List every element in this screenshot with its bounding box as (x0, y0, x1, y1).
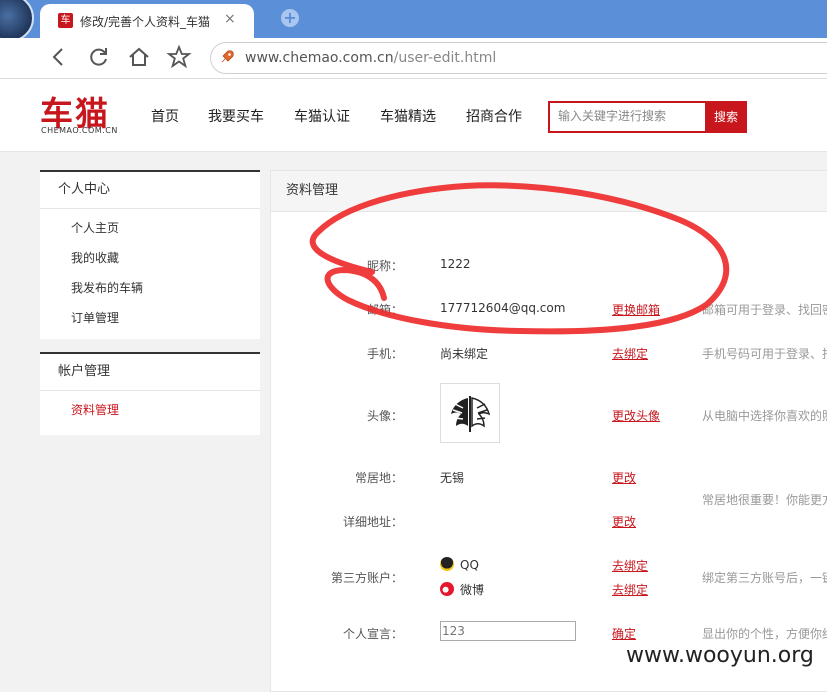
weibo-icon (440, 582, 454, 596)
change-address-link[interactable]: 更改 (612, 513, 636, 530)
site-header: 车猫 CHEMAO.COM.CN 首页 我要买车 车猫认证 车猫精选 招商合作 … (0, 79, 827, 152)
back-icon[interactable] (46, 44, 72, 70)
address-bar[interactable]: www.chemao.com.cn/user-edit.html (210, 42, 827, 74)
location-label: 常居地： (354, 471, 403, 485)
bind-qq-link[interactable]: 去绑定 (612, 557, 648, 574)
panel-title: 资料管理 (271, 171, 827, 212)
confirm-motto-link[interactable]: 确定 (612, 625, 636, 642)
phone-value: 尚未绑定 (440, 347, 489, 361)
sidebar-group-title: 个人中心 (40, 172, 260, 209)
qq-label: QQ (460, 558, 479, 572)
wings-emblem-icon (451, 396, 491, 432)
email-label: 邮箱： (366, 303, 403, 317)
tab-title: 修改/完善个人资料_车猫 (80, 15, 211, 29)
change-location-link[interactable]: 更改 (612, 469, 636, 486)
search-button[interactable]: 搜索 (705, 101, 747, 133)
third-party-label: 第三方账户： (330, 571, 403, 585)
site-logo-domain: CHEMAO.COM.CN (41, 126, 118, 135)
watermark-text: www.wooyun.org (622, 643, 818, 668)
browser-toolbar: www.chemao.com.cn/user-edit.html (0, 38, 827, 79)
search-box (548, 101, 706, 133)
url-path: /user-edit.html (393, 50, 497, 66)
email-value: 177712604@qq.com (440, 301, 566, 315)
nav-business[interactable]: 招商合作 (466, 106, 522, 126)
phone-label: 手机： (366, 347, 403, 361)
motto-label: 个人宣言： (342, 627, 403, 641)
location-value: 无锡 (440, 471, 465, 485)
nav-buy-car[interactable]: 我要买车 (208, 106, 264, 126)
nav-home[interactable]: 首页 (151, 106, 179, 126)
bind-phone-link[interactable]: 去绑定 (612, 345, 648, 362)
avatar-label: 头像： (366, 409, 403, 423)
bookmark-star-icon[interactable] (166, 44, 192, 70)
browser-tab-bar: 车 修改/完善个人资料_车猫 × + (0, 0, 827, 42)
motto-input[interactable] (440, 621, 576, 641)
new-tab-icon[interactable]: + (281, 9, 299, 27)
change-avatar-link[interactable]: 更改头像 (612, 407, 660, 424)
motto-hint: 显出你的个性，方便你结 (702, 627, 827, 641)
browser-logo-icon[interactable] (0, 0, 34, 42)
nickname-value: 1222 (440, 257, 471, 271)
url-host: www.chemao.com.cn (245, 50, 394, 66)
address-label: 详细地址： (342, 515, 403, 529)
avatar-image (440, 383, 500, 443)
sidebar-item-homepage[interactable]: 个人主页 (40, 213, 260, 243)
sidebar-item-profile[interactable]: 资料管理 (40, 395, 260, 425)
qq-icon (440, 557, 454, 571)
qq-account: QQ (440, 557, 479, 572)
avatar-hint: 从电脑中选择你喜欢的照 (702, 409, 827, 423)
third-party-hint: 绑定第三方账号后，一键 (702, 571, 827, 585)
search-input[interactable] (550, 103, 704, 129)
url-text: www.chemao.com.cn/user-edit.html (245, 50, 496, 66)
location-hint: 常居地很重要！你能更方 (702, 493, 827, 507)
profile-panel: 资料管理 昵称： 1222 邮箱： 177712604@qq.com 更换邮箱 … (270, 170, 827, 692)
home-icon[interactable] (126, 44, 152, 70)
reload-icon[interactable] (86, 44, 112, 70)
phone-hint: 手机号码可用于登录、找 (702, 347, 827, 361)
change-email-link[interactable]: 更换邮箱 (612, 301, 660, 318)
nav-certified[interactable]: 车猫认证 (294, 106, 350, 126)
sidebar-group-title: 帐户管理 (40, 354, 260, 391)
weibo-label: 微博 (460, 583, 485, 597)
sidebar-item-my-cars[interactable]: 我发布的车辆 (40, 273, 260, 303)
rocket-icon (219, 49, 235, 69)
nickname-label: 昵称： (366, 259, 403, 273)
close-tab-icon[interactable]: × (224, 11, 236, 27)
weibo-account: 微博 (440, 581, 484, 598)
sidebar-item-orders[interactable]: 订单管理 (40, 303, 260, 333)
sidebar-item-favorites[interactable]: 我的收藏 (40, 243, 260, 273)
email-hint: 邮箱可用于登录、找回密 (702, 303, 827, 317)
sidebar-personal-center: 个人中心 个人主页 我的收藏 我发布的车辆 订单管理 (40, 170, 260, 339)
bind-weibo-link[interactable]: 去绑定 (612, 581, 648, 598)
site-favicon-icon: 车 (58, 13, 73, 28)
sidebar-account: 帐户管理 资料管理 (40, 352, 260, 435)
nav-selected[interactable]: 车猫精选 (380, 106, 436, 126)
browser-tab[interactable]: 车 修改/完善个人资料_车猫 × (40, 4, 254, 38)
